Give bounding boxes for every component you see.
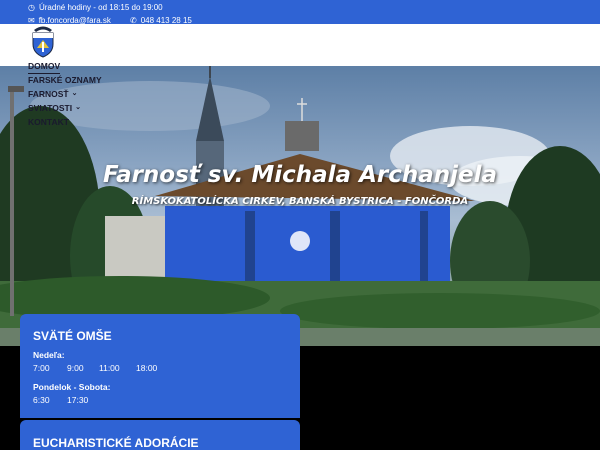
nav-label: DOMOV: [28, 59, 61, 74]
nav-item-home[interactable]: DOMOV: [28, 59, 102, 74]
nav-item-contact[interactable]: KONTAKT: [28, 115, 102, 129]
nav-item-sacraments[interactable]: SVIATOSTI ⌄: [28, 101, 102, 115]
masses-card: SVÄTÉ OMŠE Nedeľa: 7:00 9:00 11:00 18:00…: [20, 314, 300, 418]
mass-time: 6:30: [33, 395, 50, 405]
weekday-times: 6:30 17:30: [33, 395, 88, 405]
nav-label: FARSKÉ OZNAMY: [28, 75, 102, 85]
mass-time: 18:00: [136, 363, 158, 373]
slider-dot[interactable]: [290, 231, 310, 251]
top-info-bar: ◷ Úradné hodiny - od 18:15 do 19:00 ✉ fb…: [0, 0, 600, 25]
adoration-card: EUCHARISTICKÉ ADORÁCIE: [20, 420, 300, 450]
parish-logo[interactable]: [28, 24, 58, 58]
mass-time: 11:00: [99, 363, 120, 373]
adoration-title: EUCHARISTICKÉ ADORÁCIE: [33, 436, 199, 450]
office-hours-text: Úradné hodiny - od 18:15 do 19:00: [38, 3, 163, 12]
nav-item-parish[interactable]: FARNOSŤ ⌄: [28, 87, 102, 101]
nav-item-announcements[interactable]: FARSKÉ OZNAMY: [28, 73, 102, 87]
hero-subtitle: RÍMSKOKATOLÍCKA CIRKEV, BANSKÁ BYSTRICA …: [131, 196, 469, 207]
mass-time: 17:30: [67, 395, 89, 405]
weekday-label: Pondelok - Sobota:: [33, 382, 111, 392]
hero-title: Farnosť sv. Michala Archanjela: [103, 162, 497, 188]
mass-time: 9:00: [67, 363, 84, 373]
nav-label: FARNOSŤ: [28, 89, 69, 99]
chevron-down-icon: ⌄: [75, 104, 81, 111]
office-hours: ◷ Úradné hodiny - od 18:15 do 19:00: [28, 3, 163, 12]
chevron-down-icon: ⌄: [71, 90, 78, 97]
nav-label: SVIATOSTI: [28, 103, 73, 113]
sunday-times: 7:00 9:00 11:00 18:00: [33, 363, 157, 373]
page: ◷ Úradné hodiny - od 18:15 do 19:00 ✉ fb…: [0, 0, 600, 450]
mass-time: 7:00: [33, 363, 50, 373]
sunday-label: Nedeľa:: [33, 350, 65, 360]
main-nav: DOMOV FARSKÉ OZNAMY FARNOSŤ ⌄ SVIATOSTI …: [28, 59, 102, 129]
clock-icon: ◷: [28, 2, 35, 12]
nav-label: KONTAKT: [28, 117, 69, 127]
masses-title: SVÄTÉ OMŠE: [33, 329, 112, 343]
